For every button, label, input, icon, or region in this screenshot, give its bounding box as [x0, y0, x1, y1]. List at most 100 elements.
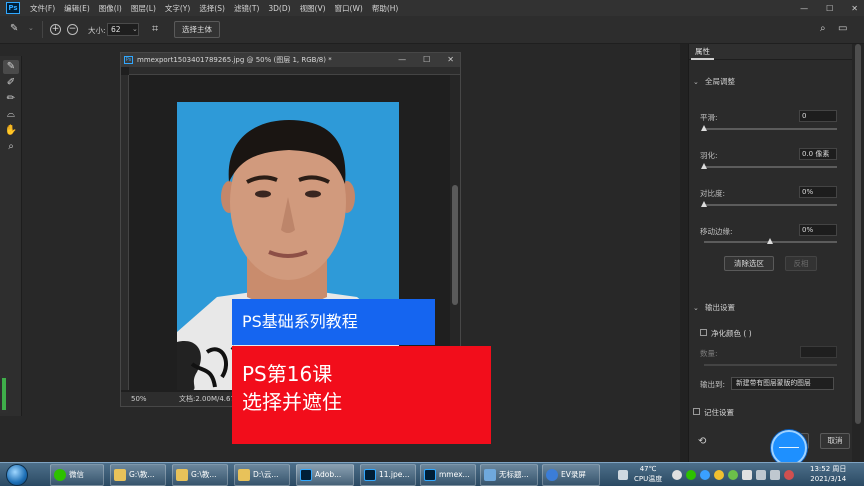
maximize-button[interactable]: ☐	[826, 4, 833, 13]
menu-layer[interactable]: 图层(L)	[131, 3, 156, 14]
shift-edge-slider-knob[interactable]	[767, 238, 773, 244]
contrast-slider-knob[interactable]	[701, 201, 707, 207]
panel-scrollbar-thumb[interactable]	[855, 44, 861, 424]
amount-slider[interactable]	[704, 364, 837, 366]
contrast-slider[interactable]	[701, 201, 837, 207]
wechat-tray-icon[interactable]	[686, 470, 696, 480]
tray-app-icon[interactable]	[672, 470, 682, 480]
taskbar-item-image-2[interactable]: mmex...	[420, 464, 476, 486]
input-method-icon[interactable]	[784, 470, 794, 480]
chevron-down-icon: ⌄	[693, 78, 699, 86]
output-settings-header[interactable]: ⌄ 输出设置	[693, 302, 735, 313]
panel-scrollbar[interactable]	[852, 44, 864, 462]
lesson-number: PS第16课	[242, 362, 333, 386]
remember-settings-checkbox[interactable]	[693, 408, 700, 415]
amount-input[interactable]	[800, 346, 837, 358]
feather-input[interactable]: 0.0 像素	[799, 148, 837, 160]
vertical-scrollbar[interactable]	[450, 75, 460, 390]
scrollbar-thumb[interactable]	[452, 185, 458, 305]
taskbar-item-folder-3[interactable]: D:\云...	[234, 464, 290, 486]
hand-icon[interactable]: ✋	[3, 124, 19, 138]
menu-view[interactable]: 视图(V)	[300, 3, 326, 14]
smooth-slider-knob[interactable]	[701, 125, 707, 131]
shift-edge-label: 移动边缘:	[700, 227, 733, 236]
network-icon[interactable]	[756, 470, 766, 480]
brush-tool-icon[interactable]: ✎	[10, 23, 18, 34]
shift-edge-input[interactable]: 0%	[799, 224, 837, 236]
taskbar-label: EV录屏	[561, 470, 586, 479]
taskbar-label: 微信	[69, 470, 84, 479]
doc-maximize-button[interactable]: ☐	[423, 53, 430, 67]
start-button[interactable]	[6, 464, 28, 486]
menu-image[interactable]: 图像(I)	[99, 3, 122, 14]
security-tray-icon[interactable]	[728, 470, 738, 480]
select-subject-button[interactable]: 选择主体	[174, 21, 220, 38]
chevron-down-icon[interactable]: ⌄	[28, 24, 34, 32]
folder-icon	[114, 469, 126, 481]
panel-tab-bar: 属性	[689, 44, 853, 60]
taskbar-label: 11.jpe...	[379, 470, 410, 479]
ps-logo[interactable]: Ps	[6, 2, 20, 14]
taskbar-item-folder-2[interactable]: G:\教...	[172, 464, 228, 486]
notification-tray-icon[interactable]	[714, 470, 724, 480]
document-controls: — ☐ ✕	[398, 53, 454, 67]
ruler-horizontal	[129, 67, 460, 75]
sample-all-layers-icon[interactable]: ⌗	[152, 22, 158, 36]
output-to-label: 输出到:	[700, 380, 726, 389]
document-title[interactable]: Ps mmexport1503401789265.jpg @ 50% (图层 1…	[121, 53, 460, 67]
taskbar-item-folder-1[interactable]: G:\教...	[110, 464, 166, 486]
quick-selection-tool-icon[interactable]: ✎	[3, 60, 19, 74]
taskbar-item-image-1[interactable]: 11.jpe...	[360, 464, 416, 486]
clear-selection-button[interactable]: 清除选区	[724, 256, 774, 271]
volume-icon[interactable]	[770, 470, 780, 480]
taskbar-item-photoshop[interactable]: Adob...	[296, 464, 354, 486]
output-to-select[interactable]: 新建带有图层蒙版的图层	[731, 377, 834, 390]
menu-filter[interactable]: 滤镜(T)	[234, 3, 259, 14]
display-tray-icon[interactable]	[742, 470, 752, 480]
menu-3d[interactable]: 3D(D)	[268, 4, 290, 13]
clock[interactable]: 13:52 周日 2021/3/14	[810, 464, 846, 484]
taskbar-item-untitled[interactable]: 无标题...	[480, 464, 538, 486]
taskbar-item-ev-recorder[interactable]: EV录屏	[542, 464, 600, 486]
feather-slider[interactable]	[701, 163, 837, 169]
zoom-level[interactable]: 50%	[131, 392, 147, 406]
doc-minimize-button[interactable]: —	[398, 53, 406, 67]
menu-select[interactable]: 选择(S)	[199, 3, 225, 14]
contrast-input[interactable]: 0%	[799, 186, 837, 198]
subtract-mode-icon[interactable]: −	[67, 24, 78, 35]
size-dropdown-icon[interactable]: ⌄	[132, 25, 138, 33]
cpu-temperature[interactable]: 47℃ CPU温度	[634, 464, 662, 484]
add-mode-icon[interactable]: +	[50, 24, 61, 35]
smooth-slider[interactable]	[701, 125, 837, 131]
shift-edge-slider[interactable]	[704, 238, 837, 244]
network-tray-icon[interactable]	[700, 470, 710, 480]
system-tray: 47℃ CPU温度 13:52 周日 2021/3/14	[612, 463, 864, 486]
cancel-button[interactable]: 取消	[820, 433, 850, 449]
menu-edit[interactable]: 编辑(E)	[64, 3, 90, 14]
brush-icon[interactable]: ✏	[3, 92, 19, 106]
taskbar-item-wechat[interactable]: 微信	[50, 464, 104, 486]
reset-icon[interactable]: ⟲	[698, 436, 706, 447]
minimize-button[interactable]: —	[800, 4, 808, 13]
tab-properties[interactable]: 属性	[691, 44, 714, 60]
zoom-icon[interactable]: ⌕	[3, 140, 19, 154]
menu-window[interactable]: 窗口(W)	[335, 3, 363, 14]
menu-help[interactable]: 帮助(H)	[372, 3, 399, 14]
invert-button[interactable]: 反相	[785, 256, 817, 271]
smooth-input[interactable]: 0	[799, 110, 837, 122]
doc-close-button[interactable]: ✕	[447, 53, 454, 67]
workspace-icon[interactable]: ▭	[838, 23, 847, 34]
menu-type[interactable]: 文字(Y)	[165, 3, 190, 14]
lasso-icon[interactable]: ⌓	[3, 108, 19, 122]
decontaminate-checkbox[interactable]	[700, 329, 707, 336]
properties-panel: 属性 ⌄ 全局调整 平滑: 0 羽化: 0.0 像素 对比度: 0% 移动边缘: …	[688, 44, 853, 462]
wechat-icon	[54, 469, 66, 481]
refine-edge-brush-icon[interactable]: ✐	[3, 76, 19, 90]
feather-slider-knob[interactable]	[701, 163, 707, 169]
keyboard-icon[interactable]	[618, 470, 628, 480]
output-to-value: 新建带有图层蒙版的图层	[736, 379, 811, 387]
close-button[interactable]: ✕	[851, 4, 858, 13]
global-adjust-header[interactable]: ⌄ 全局调整	[693, 76, 735, 87]
search-icon[interactable]: ⌕	[820, 23, 826, 34]
menu-file[interactable]: 文件(F)	[30, 3, 55, 14]
